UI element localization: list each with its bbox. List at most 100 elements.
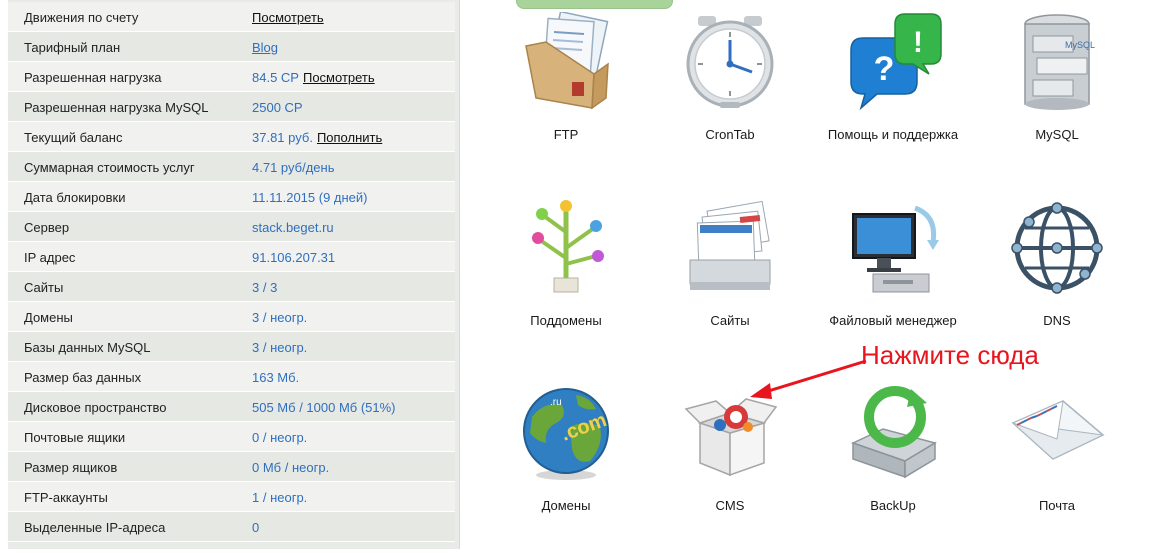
info-row-label: Разрешенная нагрузка MySQL: [24, 100, 209, 115]
info-row-value: 4.71 руб/день: [252, 160, 335, 175]
info-row: Почтовые ящики 0 / неогр.: [8, 422, 455, 452]
info-row-value: stack.beget.ru: [252, 220, 334, 235]
tool-domains[interactable]: .com .ru Домены: [491, 383, 641, 553]
tool-cms-label: CMS: [715, 498, 745, 513]
folder-documents-icon: [525, 12, 609, 110]
info-row-value-cell: 3 / неогр.: [252, 310, 307, 325]
tariff-plan-link[interactable]: Blog: [252, 40, 278, 55]
tool-sites[interactable]: Сайты: [655, 198, 805, 368]
svg-text:MySQL: MySQL: [1065, 40, 1095, 50]
tool-domains-label: Домены: [541, 498, 591, 513]
envelope-icon: [1011, 400, 1105, 460]
info-row-value-cell: 163 Мб.: [252, 370, 299, 385]
info-row: Тарифный план Blog: [8, 32, 455, 62]
info-row-value: 1 / неогр.: [252, 490, 308, 505]
info-row-label: Сервер: [24, 220, 70, 235]
info-row-value-cell: 505 Мб / 1000 Мб (51%): [252, 400, 396, 415]
tool-help-label: Помощь и поддержка: [827, 127, 959, 142]
info-row: Дисковое пространство 505 Мб / 1000 Мб (5…: [8, 392, 455, 422]
info-row: Движения по счету Посмотреть: [8, 2, 455, 32]
info-row-value-cell: stack.beget.ru: [252, 220, 334, 235]
info-row-value: 84.5 CP: [252, 70, 299, 85]
info-row: Размер баз данных 163 Мб.: [8, 362, 455, 392]
info-row-label: IP адрес: [24, 250, 76, 265]
info-row-action-link[interactable]: Посмотреть: [303, 70, 375, 85]
info-row-label: Почтовые ящики: [24, 430, 126, 445]
info-row: Выделенные IP-адреса 0: [8, 512, 455, 542]
info-row-value: 37.81 руб.: [252, 130, 313, 145]
info-row: Разрешенная нагрузка MySQL 2500 CP: [8, 92, 455, 122]
info-row-label: Движения по счету: [24, 10, 139, 25]
database-cabinet-icon: MySQL: [1024, 14, 1095, 110]
info-row: FTP-аккаунты 1 / неогр.: [8, 482, 455, 512]
tool-crontab-label: CronTab: [705, 127, 755, 142]
monitor-computer-icon: [852, 205, 939, 293]
info-row: Размер ящиков 0 Мб / неогр.: [8, 452, 455, 482]
site-cards-icon: [689, 200, 771, 290]
info-row-label: Суммарная стоимость услуг: [24, 160, 195, 175]
info-row-value-cell: Посмотреть: [252, 10, 324, 25]
info-row-value-cell: 2500 CP: [252, 100, 303, 115]
info-row-label: Базы данных MySQL: [24, 340, 151, 355]
info-row-value-cell: 0 / неогр.: [252, 430, 307, 445]
info-row-value: 3 / 3: [252, 280, 278, 295]
info-row: Разрешенная нагрузка 84.5 CP Посмотреть: [8, 62, 455, 92]
svg-text:?: ?: [874, 50, 895, 88]
tool-ftp[interactable]: FTP: [491, 12, 641, 182]
info-row: Текущий баланс 37.81 руб. Пополнить: [8, 122, 455, 152]
info-row-value-cell: 3 / 3: [252, 280, 277, 295]
info-row-value-cell: Blog: [252, 40, 278, 55]
info-row: Сервер stack.beget.ru: [8, 212, 455, 242]
info-row-value-cell: 37.81 руб. Пополнить: [252, 130, 382, 145]
info-row-value: 0 / неогр.: [252, 430, 308, 445]
tool-subdomains-label: Поддомены: [530, 313, 602, 328]
info-row-value-cell: 84.5 CP Посмотреть: [252, 70, 375, 85]
annotation-arrow-icon: [750, 359, 867, 399]
info-row-action-link[interactable]: Пополнить: [317, 130, 382, 145]
tool-mail-label: Почта: [1038, 498, 1076, 513]
info-row-value-cell: 91.106.207.31: [252, 250, 335, 265]
active-tab-indicator: [516, 0, 673, 9]
tool-ftp-label: FTP: [553, 127, 579, 142]
info-row-value-cell: 0 Мб / неогр.: [252, 460, 329, 475]
info-row-label: Размер ящиков: [24, 460, 118, 475]
info-row-action-link[interactable]: Посмотреть: [252, 10, 324, 25]
info-row-label: Размер баз данных: [24, 370, 142, 385]
info-row: Базы данных MySQL 3 / неогр.: [8, 332, 455, 362]
info-row-value: 2500 CP: [252, 100, 303, 115]
earth-globe-icon: .com .ru: [523, 388, 610, 480]
info-row-label: Дисковое пространство: [24, 400, 167, 415]
info-row-value-cell: 1 / неогр.: [252, 490, 307, 505]
info-row-label: Тарифный план: [24, 40, 121, 55]
info-row-value-cell: 11.11.2015 (9 дней): [252, 190, 368, 205]
info-row-label: Дата блокировки: [24, 190, 126, 205]
tool-mysql-label: MySQL: [1035, 127, 1079, 142]
tool-help[interactable]: ? ! Помощь и поддержка: [818, 12, 968, 182]
info-row-value: 91.106.207.31: [252, 250, 336, 265]
tool-backup[interactable]: BackUp: [818, 383, 968, 553]
alarm-clock-icon: [686, 16, 774, 108]
info-row: Сайты 3 / 3: [8, 272, 455, 302]
svg-text:.ru: .ru: [550, 397, 562, 408]
info-row: Дата блокировки 11.11.2015 (9 дней): [8, 182, 455, 212]
help-bubbles-icon: ? !: [850, 13, 942, 111]
tool-mysql[interactable]: MySQL MySQL: [982, 12, 1132, 182]
annotation-text: Нажмите сюда: [861, 340, 1039, 370]
info-row: IP адрес 91.106.207.31: [8, 242, 455, 272]
tool-crontab[interactable]: CronTab: [655, 12, 805, 182]
tool-subdomains[interactable]: Поддомены: [491, 198, 641, 368]
info-row-value: 0 Мб / неогр.: [252, 460, 330, 475]
info-row-label: FTP-аккаунты: [24, 490, 108, 505]
info-row-label: Разрешенная нагрузка: [24, 70, 162, 85]
tool-dns-label: DNS: [1043, 313, 1071, 328]
info-row-value: 3 / неогр.: [252, 340, 308, 355]
info-row: Суммарная стоимость услуг 4.71 руб/день: [8, 152, 455, 182]
info-row-value: 3 / неогр.: [252, 310, 308, 325]
tool-cms[interactable]: CMS: [655, 383, 805, 553]
tool-mail[interactable]: Почта: [982, 383, 1132, 553]
info-row-label: Сайты: [24, 280, 64, 295]
info-row-value: 0: [252, 520, 260, 535]
svg-text:!: !: [913, 26, 923, 59]
info-row-label: Текущий баланс: [24, 130, 123, 145]
info-row-value: 505 Мб / 1000 Мб (51%): [252, 400, 396, 415]
